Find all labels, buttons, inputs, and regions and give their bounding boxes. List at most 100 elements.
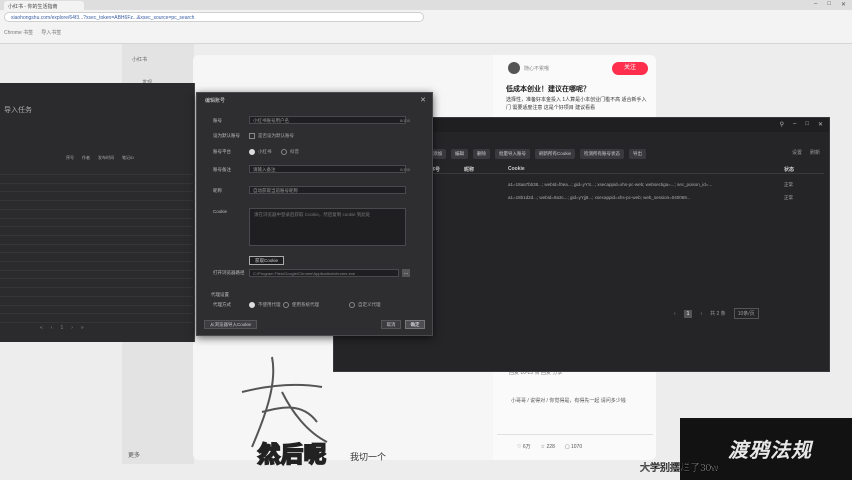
task-table-panel: 导入任务 序号 作者 发布时间 笔记ID « ‹ 1 › »: [0, 83, 195, 342]
table-row[interactable]: [0, 280, 195, 289]
column-header-cookie[interactable]: Cookie: [508, 166, 525, 172]
close-icon[interactable]: ✕: [818, 121, 823, 128]
browser-tab[interactable]: 小红书 - 你的生活指南: [4, 1, 84, 10]
table-row[interactable]: [0, 289, 195, 297]
batch-import-button[interactable]: 批量导入账号: [495, 149, 530, 159]
folder-icon[interactable]: …: [402, 269, 410, 277]
bookmark-item[interactable]: Chrome 书签: [4, 29, 33, 38]
check-status-button[interactable]: 检测所有账号状态: [580, 149, 625, 159]
cell-cookie: a1=18b1d2d...; webId=8a3c...; gid=yYjj8.…: [508, 195, 691, 200]
minimize-icon[interactable]: –: [793, 121, 796, 128]
maximize-icon[interactable]: □: [805, 121, 809, 128]
table-row[interactable]: [0, 219, 195, 228]
table-row[interactable]: [0, 202, 195, 210]
platform-option-label[interactable]: 小红书: [258, 149, 272, 155]
page-size-select[interactable]: 10条/页: [733, 308, 759, 319]
settings-link[interactable]: 设置: [792, 149, 802, 156]
pager-last[interactable]: »: [81, 325, 84, 331]
column-header-nickname[interactable]: 昵称: [464, 166, 474, 173]
engagement-bar: ♡ 6万 ☆ 228 ▢ 1070: [497, 434, 653, 458]
column-header-status[interactable]: 状态: [784, 166, 794, 173]
remark-label: 账号备注: [213, 167, 231, 172]
platform-radio-xhs[interactable]: [249, 149, 255, 155]
pager-prev[interactable]: ‹: [51, 325, 53, 331]
platform-option-label[interactable]: 抖音: [290, 149, 299, 155]
table-row[interactable]: [0, 184, 195, 193]
collect-count[interactable]: ☆ 228: [541, 444, 555, 450]
site-logo[interactable]: 小红书: [132, 56, 147, 63]
column-header[interactable]: 序号: [62, 153, 78, 163]
pager-next[interactable]: ›: [71, 325, 73, 331]
default-checkbox-label[interactable]: 是否设为默认账号: [258, 133, 294, 139]
column-header[interactable]: 发布时间: [94, 153, 118, 163]
proxy-option-label[interactable]: 自定义代理: [358, 302, 381, 308]
table-row[interactable]: [0, 176, 195, 184]
address-bar[interactable]: xiaohongshu.com/explore/64f3...?xsec_tok…: [4, 12, 424, 22]
import-cookie-button[interactable]: 从浏览器导入Cookie: [204, 320, 258, 329]
comment-count[interactable]: ▢ 1070: [565, 444, 582, 450]
table-row[interactable]: [0, 315, 195, 323]
table-row[interactable]: [0, 306, 195, 315]
nav-item-more[interactable]: 更多: [128, 450, 140, 459]
close-window-icon[interactable]: ✕: [841, 1, 846, 8]
panel-title: 导入任务: [4, 107, 32, 114]
table-row[interactable]: [0, 211, 195, 219]
maximize-icon[interactable]: □: [827, 1, 831, 8]
nickname-input[interactable]: 自动获取当前账号昵称: [249, 186, 406, 194]
column-header[interactable]: 作者: [78, 153, 94, 163]
table-row[interactable]: 1 a1=18aa7bb38...; webId=f0ea...; gid=yY…: [424, 180, 824, 190]
platform-radio-douyin[interactable]: [281, 149, 287, 155]
proxy-option-label[interactable]: 使用系统代理: [292, 302, 319, 308]
nickname-label: 昵称: [213, 188, 222, 193]
avatar[interactable]: [508, 62, 520, 74]
cookie-textarea[interactable]: 请在浏览器中登录后获取 Cookie，然后复制 cookie 到此处: [249, 208, 406, 246]
proxy-radio-none[interactable]: [249, 302, 255, 308]
table-row[interactable]: 2 a1=18b1d2d...; webId=8a3c...; gid=yYjj…: [424, 193, 824, 203]
watermark-text: 渡鸦法规: [728, 440, 812, 462]
settings-links: 设置 刷新: [792, 149, 820, 156]
table-row[interactable]: [0, 245, 195, 254]
default-checkbox[interactable]: [249, 133, 255, 139]
remark-input[interactable]: 请输入备注: [249, 165, 406, 173]
table-row[interactable]: [0, 271, 195, 280]
follow-button[interactable]: 关注: [612, 62, 648, 75]
table-row[interactable]: [0, 167, 195, 175]
ok-button[interactable]: 确定: [405, 320, 425, 329]
bookmark-item[interactable]: 导入书签: [41, 29, 61, 38]
refresh-link[interactable]: 刷新: [810, 149, 820, 156]
get-cookie-button[interactable]: 获取Cookie: [249, 256, 285, 265]
like-count[interactable]: ♡ 6万: [517, 443, 531, 450]
account-label: 账号: [213, 118, 222, 123]
table-row[interactable]: [0, 193, 195, 202]
cell-status: 正常: [784, 182, 793, 187]
account-input[interactable]: 小红书账号用户名: [249, 116, 406, 124]
export-button[interactable]: 导出: [629, 149, 647, 159]
table-row[interactable]: [0, 228, 195, 236]
cancel-button[interactable]: 取消: [381, 320, 401, 329]
refresh-cookie-button[interactable]: 刷新所有Cookie: [535, 149, 576, 159]
table-header: 序号 作者 发布时间 笔记ID: [0, 153, 195, 163]
delete-button[interactable]: 删除: [473, 149, 490, 159]
browser-path-input[interactable]: C:\Program Files\Google\Chrome\Applicati…: [249, 269, 399, 277]
proxy-radio-custom[interactable]: [349, 302, 355, 308]
table-row[interactable]: [0, 263, 195, 271]
column-header[interactable]: 笔记ID: [118, 153, 138, 163]
proxy-option-label[interactable]: 不使用代理: [258, 302, 281, 308]
pager-page[interactable]: 1: [60, 325, 63, 331]
author-name[interactable]: 随心不累哦: [524, 65, 549, 72]
table-row[interactable]: [0, 237, 195, 245]
pager-page[interactable]: 1: [683, 309, 693, 318]
pager-prev[interactable]: ‹: [674, 311, 676, 317]
close-icon[interactable]: ✕: [420, 96, 426, 104]
table-row[interactable]: [0, 298, 195, 306]
caption-text: 大学别摆烂了30w: [640, 463, 719, 475]
pager-next[interactable]: ›: [700, 311, 702, 317]
edit-button[interactable]: 编辑: [451, 149, 468, 159]
pin-icon[interactable]: ⚲: [780, 121, 784, 128]
bookmarks-bar: Chrome 书签 导入书签: [4, 29, 61, 38]
minimize-icon[interactable]: –: [814, 1, 817, 8]
proxy-radio-system[interactable]: [283, 302, 289, 308]
table-row[interactable]: [0, 254, 195, 262]
author-row[interactable]: 随心不累哦: [508, 62, 549, 74]
pager-first[interactable]: «: [40, 325, 43, 331]
